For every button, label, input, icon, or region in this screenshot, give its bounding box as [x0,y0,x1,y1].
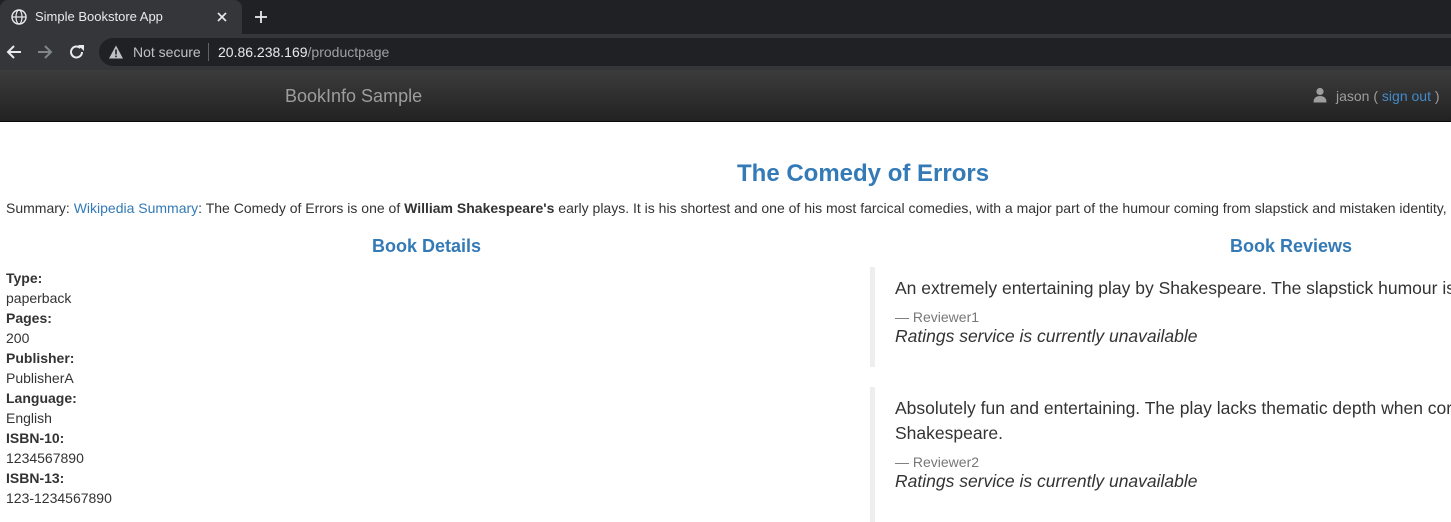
review-rating: Ratings service is currently unavailable [895,471,1198,491]
browser-tab[interactable]: Simple Bookstore App [0,0,242,34]
paren-close: ) [1430,88,1440,104]
paren-open: ( [1369,88,1382,104]
security-label[interactable]: Not secure [133,44,201,60]
review-block: Absolutely fun and entertaining. The pla… [870,387,1451,522]
omnibox-divider [208,43,209,61]
detail-label: Type: [6,270,43,286]
detail-value: 1234567890 [6,450,84,466]
warning-icon[interactable] [108,44,124,60]
detail-value: English [6,410,52,426]
url-path: /productpage [307,44,390,60]
detail-label: Publisher: [6,350,75,366]
wikipedia-summary-link[interactable]: Wikipedia Summary [74,200,198,216]
back-arrow-icon[interactable] [4,42,24,62]
summary-author: William Shakespeare's [404,200,555,216]
tab-title: Simple Bookstore App [35,9,163,24]
user-icon [1313,87,1327,103]
page-title: The Comedy of Errors [737,160,990,187]
summary-text-2: early plays. It is his shortest and one … [554,200,1447,216]
url-host: 20.86.238.169 [218,44,308,60]
detail-value: 123-1234567890 [6,490,112,506]
book-details-list: Type: paperback Pages: 200 Publisher: Pu… [6,268,112,508]
detail-label: Language: [6,390,77,406]
navbar-brand[interactable]: BookInfo Sample [285,86,422,107]
username: jason [1336,88,1370,104]
sign-out-link[interactable]: sign out [1382,88,1431,104]
new-tab-icon[interactable] [252,8,270,26]
user-session: jason ( sign out ) [1336,88,1440,104]
review-author: — Reviewer2 [895,454,980,470]
review-block: An extremely entertaining play by Shakes… [870,267,1451,367]
globe-icon [11,9,27,25]
detail-value: paperback [6,290,72,306]
review-rating: Ratings service is currently unavailable [895,326,1198,346]
product-summary: Summary: Wikipedia Summary: The Comedy o… [6,200,1447,216]
book-details-heading: Book Details [372,236,482,256]
detail-label: Pages: [6,310,52,326]
url-text[interactable]: 20.86.238.169/productpage [218,44,389,60]
review-text: Absolutely fun and entertaining. The pla… [895,398,1451,418]
book-reviews-heading: Book Reviews [1230,236,1353,256]
browser-tab-strip: Simple Bookstore App [0,0,1451,34]
summary-text-1: : The Comedy of Errors is one of [198,200,405,216]
detail-label: ISBN-13: [6,470,65,486]
close-icon[interactable] [214,9,230,25]
detail-value: PublisherA [6,370,74,386]
forward-arrow-icon[interactable] [35,42,55,62]
review-text: An extremely entertaining play by Shakes… [895,278,1451,298]
review-text-continued: Shakespeare. [895,423,1003,443]
app-navbar: BookInfo Sample [0,70,1451,122]
reload-icon[interactable] [67,42,87,62]
review-author: — Reviewer1 [895,309,980,325]
detail-value: 200 [6,330,30,346]
detail-label: ISBN-10: [6,430,65,446]
summary-prefix: Summary: [6,200,74,216]
